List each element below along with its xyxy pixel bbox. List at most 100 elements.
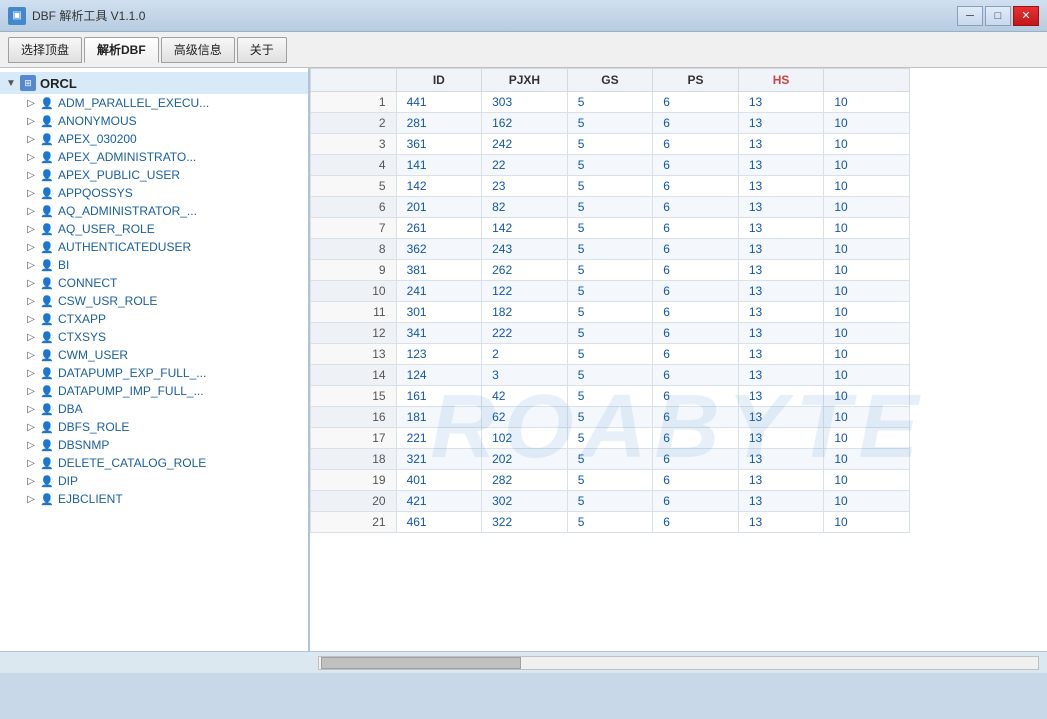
table-row: 131232561310: [311, 344, 910, 365]
tree-items-container: ▷👤ADM_PARALLEL_EXECU...▷👤ANONYMOUS▷👤APEX…: [0, 94, 308, 508]
close-button[interactable]: ✕: [1013, 6, 1039, 26]
tree-item[interactable]: ▷👤DATAPUMP_EXP_FULL_...: [0, 364, 308, 382]
tree-item[interactable]: ▷👤DBSNMP: [0, 436, 308, 454]
tree-item[interactable]: ▷👤APEX_ADMINISTRATO...: [0, 148, 308, 166]
expand-arrow-icon: ▷: [24, 330, 38, 344]
cell-id: 221: [396, 428, 482, 449]
table-row: 141243561310: [311, 365, 910, 386]
cell-gs: 5: [567, 449, 653, 470]
tree-item-label: CTXSYS: [58, 330, 106, 344]
cell-extra: 10: [824, 134, 910, 155]
row-number: 8: [311, 239, 397, 260]
table-row: 2281162561310: [311, 113, 910, 134]
cell-pjxh: 282: [482, 470, 568, 491]
tree-item[interactable]: ▷👤DATAPUMP_IMP_FULL_...: [0, 382, 308, 400]
cell-id: 241: [396, 281, 482, 302]
menu-tab-高级信息[interactable]: 高级信息: [161, 37, 235, 63]
tree-item[interactable]: ▷👤DIP: [0, 472, 308, 490]
tree-item[interactable]: ▷👤AQ_USER_ROLE: [0, 220, 308, 238]
menu-tab-解析DBF[interactable]: 解析DBF: [84, 37, 159, 63]
scroll-thumb-h[interactable]: [321, 657, 521, 669]
cell-id: 421: [396, 491, 482, 512]
tree-item[interactable]: ▷👤DBFS_ROLE: [0, 418, 308, 436]
expand-arrow-icon: ▷: [24, 132, 38, 146]
tree-item[interactable]: ▷👤CTXAPP: [0, 310, 308, 328]
menu-tab-关于[interactable]: 关于: [237, 37, 287, 63]
tree-item-label: DIP: [58, 474, 78, 488]
tree-item[interactable]: ▷👤DELETE_CATALOG_ROLE: [0, 454, 308, 472]
tree-item[interactable]: ▷👤EJBCLIENT: [0, 490, 308, 508]
tree-item[interactable]: ▷👤APEX_PUBLIC_USER: [0, 166, 308, 184]
menu-tab-选择顶盘[interactable]: 选择顶盘: [8, 37, 82, 63]
table-row: 12341222561310: [311, 323, 910, 344]
cell-ps: 6: [653, 365, 739, 386]
tree-scroll[interactable]: ▼ ⊞ ORCL ▷👤ADM_PARALLEL_EXECU...▷👤ANONYM…: [0, 68, 308, 651]
cell-ps: 6: [653, 218, 739, 239]
table-row: 10241122561310: [311, 281, 910, 302]
user-icon: 👤: [40, 186, 54, 200]
cell-extra: 10: [824, 449, 910, 470]
row-number: 5: [311, 176, 397, 197]
cell-hs: 13: [738, 323, 824, 344]
user-icon: 👤: [40, 438, 54, 452]
user-icon: 👤: [40, 222, 54, 236]
cell-pjxh: 243: [482, 239, 568, 260]
table-row: 8362243561310: [311, 239, 910, 260]
cell-extra: 10: [824, 281, 910, 302]
expand-arrow-icon: ▷: [24, 456, 38, 470]
tree-item[interactable]: ▷👤CWM_USER: [0, 346, 308, 364]
tree-item[interactable]: ▷👤APPQOSSYS: [0, 184, 308, 202]
tree-item[interactable]: ▷👤ADM_PARALLEL_EXECU...: [0, 94, 308, 112]
user-icon: 👤: [40, 276, 54, 290]
tree-item[interactable]: ▷👤CSW_USR_ROLE: [0, 292, 308, 310]
cell-extra: 10: [824, 365, 910, 386]
tree-item-label: DBFS_ROLE: [58, 420, 129, 434]
cell-ps: 6: [653, 155, 739, 176]
cell-gs: 5: [567, 491, 653, 512]
cell-gs: 5: [567, 407, 653, 428]
row-number: 17: [311, 428, 397, 449]
tree-item[interactable]: ▷👤CTXSYS: [0, 328, 308, 346]
cell-pjxh: 303: [482, 92, 568, 113]
tree-item[interactable]: ▷👤ANONYMOUS: [0, 112, 308, 130]
user-icon: 👤: [40, 348, 54, 362]
cell-gs: 5: [567, 218, 653, 239]
row-number: 6: [311, 197, 397, 218]
main-content: ▼ ⊞ ORCL ▷👤ADM_PARALLEL_EXECU...▷👤ANONYM…: [0, 68, 1047, 651]
tree-item[interactable]: ▷👤BI: [0, 256, 308, 274]
cell-gs: 5: [567, 512, 653, 533]
tree-item[interactable]: ▷👤DBA: [0, 400, 308, 418]
cell-gs: 5: [567, 365, 653, 386]
table-container[interactable]: IDPJXHGSPSHS 144130356131022811625613103…: [310, 68, 1047, 651]
status-bar: [0, 651, 1047, 673]
expand-arrow-root: ▼: [4, 76, 18, 90]
cell-id: 201: [396, 197, 482, 218]
tree-root: ▼ ⊞ ORCL ▷👤ADM_PARALLEL_EXECU...▷👤ANONYM…: [0, 68, 308, 512]
tree-item[interactable]: ▷👤AQ_ADMINISTRATOR_...: [0, 202, 308, 220]
cell-pjxh: 202: [482, 449, 568, 470]
user-icon: 👤: [40, 456, 54, 470]
tree-item[interactable]: ▷👤APEX_030200: [0, 130, 308, 148]
cell-pjxh: 23: [482, 176, 568, 197]
cell-hs: 13: [738, 407, 824, 428]
restore-button[interactable]: □: [985, 6, 1011, 26]
tree-item-label: AUTHENTICATEDUSER: [58, 240, 191, 254]
title-bar: ▣ DBF 解析工具 V1.1.0 ─ □ ✕: [0, 0, 1047, 32]
horizontal-scrollbar[interactable]: [318, 656, 1039, 670]
expand-arrow-icon: ▷: [24, 186, 38, 200]
tree-item[interactable]: ▷👤AUTHENTICATEDUSER: [0, 238, 308, 256]
cell-id: 142: [396, 176, 482, 197]
cell-pjxh: 22: [482, 155, 568, 176]
tree-item-label: APEX_PUBLIC_USER: [58, 168, 180, 182]
cell-ps: 6: [653, 134, 739, 155]
cell-gs: 5: [567, 134, 653, 155]
left-panel: ▼ ⊞ ORCL ▷👤ADM_PARALLEL_EXECU...▷👤ANONYM…: [0, 68, 310, 651]
minimize-button[interactable]: ─: [957, 6, 983, 26]
tree-item[interactable]: ▷👤CONNECT: [0, 274, 308, 292]
cell-hs: 13: [738, 260, 824, 281]
expand-arrow-icon: ▷: [24, 222, 38, 236]
expand-arrow-icon: ▷: [24, 474, 38, 488]
cell-id: 261: [396, 218, 482, 239]
tree-item-label: ANONYMOUS: [58, 114, 137, 128]
tree-root-item[interactable]: ▼ ⊞ ORCL: [0, 72, 308, 94]
